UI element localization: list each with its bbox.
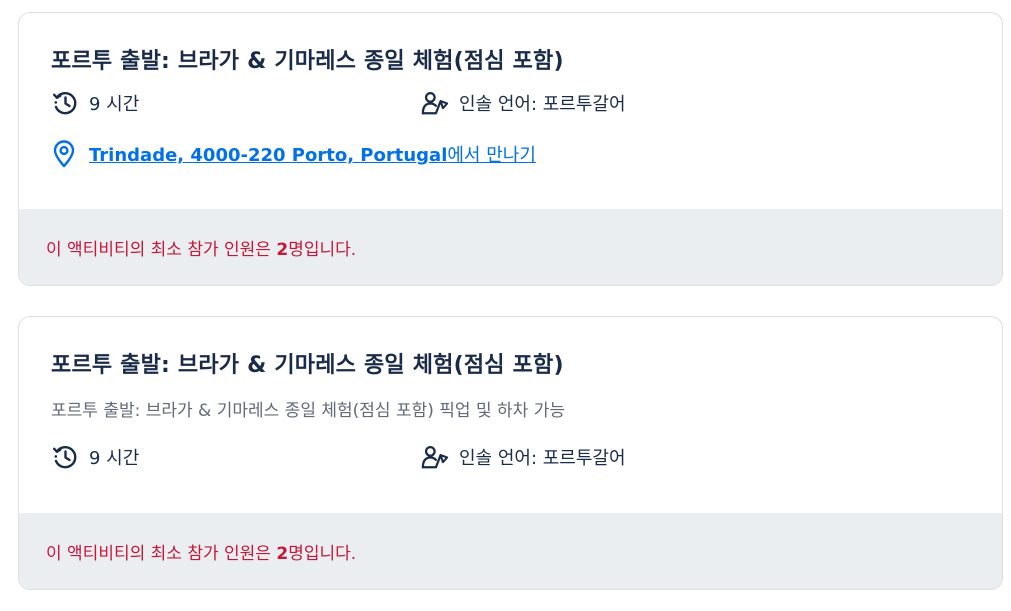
clock-history-icon [53,445,77,469]
notice-text: 이 액티비티의 최소 참가 인원은 2명입니다. [46,539,356,564]
option-subtitle: 포르투 출발: 브라가 & 기마레스 종일 체험(점심 포함) 픽업 및 하차 … [51,401,565,421]
meeting-point-link[interactable]: Trindade, 4000-220 Porto, Portugal에서 만나기 [89,141,536,167]
language-item: 인솔 언어: 포르투갈어 [421,443,626,471]
map-pin-icon [53,140,75,168]
meeting-point-address: Trindade, 4000-220 Porto, Portugal [89,145,448,166]
language-item: 인솔 언어: 포르투갈어 [421,89,626,117]
meeting-point-row: Trindade, 4000-220 Porto, Portugal에서 만나기 [51,140,536,168]
notice-prefix: 이 액티비티의 최소 참가 인원은 [46,239,277,260]
duration-text: 9 시간 [89,448,140,469]
clock-history-icon [53,91,77,115]
notice-count: 2 [276,239,289,260]
notice-text: 이 액티비티의 최소 참가 인원은 2명입니다. [46,235,356,260]
min-participants-notice: 이 액티비티의 최소 참가 인원은 2명입니다. [19,513,1002,589]
language-text: 인솔 언어: 포르투갈어 [459,448,626,469]
duration-item: 9 시간 [51,443,139,471]
notice-suffix: 명입니다. [288,239,357,260]
meta-row: 9 시간 인솔 언어: 포르투갈어 [51,89,951,117]
meta-row: 9 시간 인솔 언어: 포르투갈어 [51,443,951,471]
option-title: 포르투 출발: 브라가 & 기마레스 종일 체험(점심 포함) [51,49,564,74]
card-body: 포르투 출발: 브라가 & 기마레스 종일 체험(점심 포함) 포르투 출발: … [19,317,1002,513]
notice-count: 2 [276,543,289,564]
notice-prefix: 이 액티비티의 최소 참가 인원은 [46,543,277,564]
language-text: 인솔 언어: 포르투갈어 [459,94,626,115]
activity-option-card-1[interactable]: 포르투 출발: 브라가 & 기마레스 종일 체험(점심 포함) 9 시간 인솔 … [18,12,1003,286]
min-participants-notice: 이 액티비티의 최소 참가 인원은 2명입니다. [19,209,1002,285]
meeting-point-suffix: 에서 만나기 [447,145,536,166]
duration-item: 9 시간 [51,89,139,117]
card-body: 포르투 출발: 브라가 & 기마레스 종일 체험(점심 포함) 9 시간 인솔 … [19,13,1002,209]
notice-suffix: 명입니다. [288,543,357,564]
guide-person-flag-icon [421,91,449,115]
duration-text: 9 시간 [89,94,140,115]
guide-person-flag-icon [421,445,449,469]
option-title: 포르투 출발: 브라가 & 기마레스 종일 체험(점심 포함) [51,353,564,378]
activity-option-card-2[interactable]: 포르투 출발: 브라가 & 기마레스 종일 체험(점심 포함) 포르투 출발: … [18,316,1003,590]
